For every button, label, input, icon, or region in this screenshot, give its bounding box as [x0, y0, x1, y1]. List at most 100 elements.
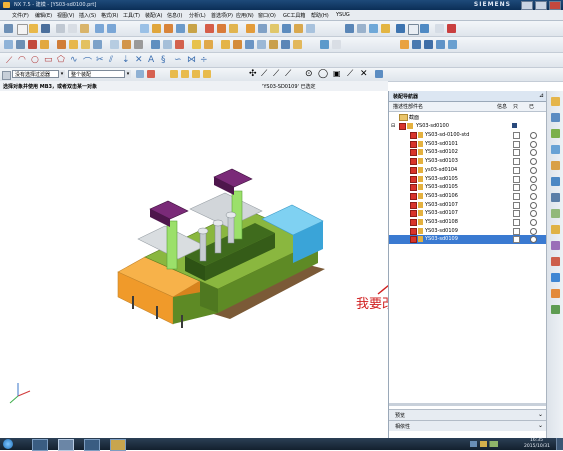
col-info[interactable]: 信息: [497, 103, 507, 110]
component-row[interactable]: YS03-sd0105: [389, 175, 547, 184]
rectangle-icon[interactable]: ▭: [44, 55, 53, 65]
readonly-checkbox[interactable]: [513, 149, 520, 157]
component-checkbox[interactable]: [410, 236, 417, 244]
readonly-checkbox[interactable]: [513, 166, 520, 174]
datum-csys-icon[interactable]: [28, 40, 37, 49]
component-checkbox[interactable]: [410, 201, 417, 209]
knowledge-fusion-tab-icon[interactable]: [551, 305, 560, 314]
divide-curve-icon[interactable]: ÷: [200, 55, 208, 65]
readonly-checkbox[interactable]: [513, 192, 520, 200]
readonly-checkbox[interactable]: [513, 158, 520, 166]
sketch-icon[interactable]: [140, 24, 149, 33]
revolve-icon[interactable]: [164, 24, 173, 33]
palette-tab-icon[interactable]: [551, 273, 560, 282]
paste-icon[interactable]: [80, 24, 89, 33]
assembly-navigator-tab-icon[interactable]: [551, 97, 560, 106]
snap-line-icon[interactable]: ⟋: [261, 69, 267, 79]
component-row[interactable]: ys03-sd0104: [389, 166, 547, 175]
col-part-name[interactable]: 描述性部件名: [393, 103, 423, 110]
col-modified[interactable]: 已: [529, 103, 534, 110]
component-row[interactable]: YS03-sd0109: [389, 227, 547, 236]
menu-gc-toolkit[interactable]: GC工具箱: [283, 12, 305, 19]
pan-icon[interactable]: [381, 24, 390, 33]
component-checkbox[interactable]: [410, 184, 417, 192]
readonly-checkbox[interactable]: [513, 175, 520, 183]
component-checkbox[interactable]: [410, 149, 417, 157]
move-face-icon[interactable]: [151, 40, 160, 49]
line-icon[interactable]: ⟋: [6, 56, 12, 66]
component-checkbox[interactable]: [410, 132, 417, 139]
hd3d-tools-tab-icon[interactable]: [551, 161, 560, 170]
readonly-checkbox[interactable]: [513, 227, 520, 235]
move-component-icon[interactable]: [257, 40, 266, 49]
component-row[interactable]: YS03-sd0103: [389, 157, 547, 166]
taskbar-app-ie-icon[interactable]: [32, 439, 48, 451]
readonly-checkbox[interactable]: [513, 132, 520, 139]
show-desktop-button[interactable]: [556, 438, 563, 450]
system-scenes-tab-icon[interactable]: [551, 257, 560, 266]
color-icon[interactable]: [447, 24, 456, 33]
subtract-icon[interactable]: [217, 24, 226, 33]
component-checkbox[interactable]: [410, 140, 417, 148]
select-all-icon[interactable]: [136, 70, 144, 78]
menu-window[interactable]: 窗口(O): [258, 12, 276, 19]
circle-icon[interactable]: ○: [31, 55, 39, 65]
copy-icon[interactable]: [68, 24, 77, 33]
arc-icon[interactable]: ◠: [18, 55, 26, 65]
component-checkbox[interactable]: [410, 166, 417, 174]
snap-endpoint-icon[interactable]: [170, 70, 178, 78]
open-file-icon[interactable]: [29, 24, 38, 33]
scope-dropdown[interactable]: 整个装配: [68, 70, 130, 78]
delete-face-icon[interactable]: [175, 40, 184, 49]
snap-on-curve-icon[interactable]: ⟋: [347, 69, 353, 79]
mirror-assembly-icon[interactable]: [281, 40, 290, 49]
menu-information[interactable]: 信息(I): [167, 12, 182, 19]
clock-time[interactable]: 16:35: [530, 438, 543, 443]
readonly-checkbox[interactable]: [513, 140, 520, 148]
component-array-icon[interactable]: [269, 40, 278, 49]
redo-icon[interactable]: [107, 24, 116, 33]
save-icon[interactable]: [41, 24, 50, 33]
scope-arrow-icon[interactable]: ▾: [124, 70, 131, 78]
draft-icon[interactable]: [122, 40, 131, 49]
dependencies-panel[interactable]: 相依性 ⌄: [389, 420, 547, 431]
snap-arc-center-icon[interactable]: ⊙: [305, 69, 313, 79]
hole-icon[interactable]: [176, 24, 185, 33]
menu-view[interactable]: 视图(V): [57, 12, 74, 19]
component-row[interactable]: YS03-sd0108: [389, 218, 547, 227]
type-filter-dropdown[interactable]: 没有选择过滤器: [12, 70, 64, 78]
wave-geometry-icon[interactable]: [320, 40, 329, 49]
start-icon[interactable]: [4, 24, 13, 33]
menu-help[interactable]: 帮助(H): [311, 12, 329, 19]
snap-intersection-icon[interactable]: ✕: [360, 69, 368, 79]
join-curve-icon[interactable]: ⋈: [187, 55, 196, 65]
component-checkbox[interactable]: [410, 227, 417, 235]
view-top-icon[interactable]: [412, 40, 421, 49]
mate-component-icon[interactable]: [245, 40, 254, 49]
point-snap-icon[interactable]: ✣: [249, 69, 257, 79]
menu-ysug[interactable]: YSUG: [336, 12, 350, 18]
reuse-library-tab-icon[interactable]: [551, 145, 560, 154]
view-front-icon[interactable]: [400, 40, 409, 49]
snap-quadrant-icon[interactable]: [203, 70, 211, 78]
roles-tab-icon[interactable]: [551, 241, 560, 250]
rotate-icon[interactable]: [369, 24, 378, 33]
view-trimetric-icon[interactable]: [448, 40, 457, 49]
taskbar-app-nx-icon[interactable]: [58, 439, 74, 451]
menu-tools[interactable]: 工具(T): [123, 12, 140, 19]
preview-panel[interactable]: 预览 ⌄: [389, 409, 547, 420]
pin-icon[interactable]: ⊿: [539, 92, 544, 99]
taskbar-app-media-icon[interactable]: [84, 439, 100, 451]
menu-preferences[interactable]: 首选项(P): [211, 12, 233, 19]
new-file-icon[interactable]: [17, 24, 28, 35]
close-button[interactable]: [549, 1, 561, 10]
menu-analysis[interactable]: 分析(L): [189, 12, 206, 19]
restore-button[interactable]: [535, 1, 547, 10]
thread-icon[interactable]: [134, 40, 143, 49]
measure-angle-icon[interactable]: [204, 40, 213, 49]
chamfer-icon[interactable]: [258, 24, 267, 33]
readonly-checkbox[interactable]: [513, 184, 520, 192]
clearance-icon[interactable]: [332, 40, 341, 49]
unite-icon[interactable]: [205, 24, 214, 33]
fillet-curve-icon[interactable]: ⌒: [83, 55, 92, 68]
